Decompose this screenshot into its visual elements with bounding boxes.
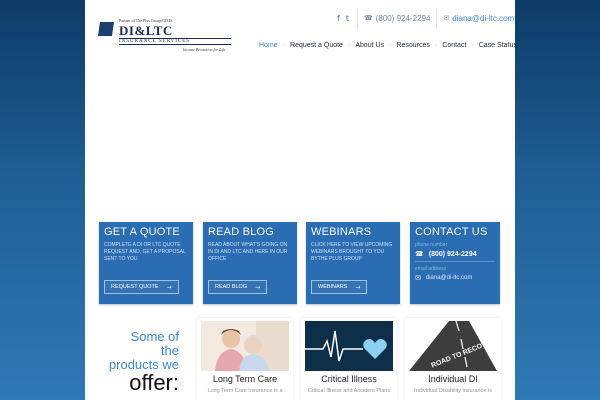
nav-case-status[interactable]: Case Status: [477, 42, 519, 49]
phone-label: phone number: [415, 242, 448, 248]
product-image: ROAD TO RECOVERY: [409, 321, 497, 371]
social-links: f t: [337, 8, 358, 28]
card-title: READ BLOG: [208, 226, 274, 238]
card-title: WEBINARS: [311, 226, 372, 238]
phone-icon: ☎: [363, 14, 373, 22]
site-logo[interactable]: Partner of The Plus Group/GILIS DI&LTC I…: [98, 18, 239, 54]
feature-cards: GET A QUOTE Complete a DI or LTC quote r…: [99, 222, 501, 304]
mail-icon: ✉: [415, 274, 421, 282]
product-title: Individual DI: [428, 374, 478, 384]
product-long-term-care[interactable]: Long Term Care Long Term Care Insurance …: [197, 318, 293, 400]
nav-home[interactable]: Home: [257, 42, 280, 49]
request-quote-button[interactable]: REQUEST QUOTE →: [104, 280, 179, 294]
products-heading: Some of the products we offer:: [99, 330, 179, 394]
contact-email[interactable]: ✉ diana@di-ltc.com: [415, 274, 495, 285]
product-image: [305, 321, 393, 371]
product-image: [201, 321, 289, 371]
card-text: Click here to view upcoming webinars bro…: [311, 242, 393, 262]
phone-icon: ☎: [415, 250, 424, 258]
contact-phone-number: (800) 924-2294: [428, 250, 477, 258]
twitter-icon[interactable]: t: [346, 14, 349, 23]
top-contact-bar: f t ☎ (800) 924-2294 ✉ diana@di-ltc.com: [337, 8, 515, 28]
page-container: f t ☎ (800) 924-2294 ✉ diana@di-ltc.com …: [85, 0, 517, 400]
product-title: Long Term Care: [212, 374, 278, 384]
card-webinars: WEBINARS Click here to view upcoming web…: [306, 222, 400, 304]
top-phone[interactable]: ☎ (800) 924-2294: [358, 8, 438, 28]
button-label: REQUEST QUOTE: [111, 284, 159, 290]
product-desc: Critical Illness and Accident Plans: [307, 388, 391, 394]
top-phone-number: (800) 924-2294: [375, 13, 431, 23]
heading-line: offer:: [129, 370, 179, 395]
read-blog-button[interactable]: READ BLOG →: [208, 280, 268, 294]
card-title: GET A QUOTE: [104, 226, 180, 238]
button-label: WEBINARS: [318, 284, 348, 290]
logo-subtitle: INSURANCE SERVICES: [119, 38, 231, 45]
nav-separator: ·: [434, 42, 438, 49]
email-label: email address: [415, 266, 447, 272]
product-critical-illness[interactable]: Critical Illness Critical Illness and Ac…: [301, 318, 397, 400]
card-read-blog: READ BLOG Read about what's going on in …: [203, 222, 297, 304]
product-individual-di[interactable]: ROAD TO RECOVERY Individual DI Individua…: [405, 318, 501, 400]
top-email[interactable]: ✉ diana@di-ltc.com: [437, 8, 514, 28]
logo-slogan: Income Protection for Life: [183, 47, 226, 52]
heading-line: the: [160, 343, 179, 358]
main-nav: Home · Request a Quote · About Us · Reso…: [257, 42, 519, 49]
logo-name: DI&LTC: [119, 23, 173, 38]
nav-request-quote[interactable]: Request a Quote: [288, 42, 345, 49]
nav-separator: ·: [471, 42, 474, 49]
nav-separator: ·: [389, 42, 392, 49]
nav-about-us[interactable]: About Us: [353, 42, 386, 49]
heading-line: Some of: [130, 329, 179, 344]
arrow-right-icon: →: [166, 283, 172, 291]
card-get-quote: GET A QUOTE Complete a DI or LTC quote r…: [99, 222, 193, 304]
nav-resources[interactable]: Resources: [394, 42, 431, 49]
product-desc: Individual Disability insurance is: [414, 388, 492, 394]
button-label: READ BLOG: [215, 284, 248, 290]
arrow-right-icon: →: [355, 283, 361, 291]
webinars-button[interactable]: WEBINARS →: [311, 280, 368, 294]
product-desc: Long Term Care Insurance is a: [207, 388, 283, 394]
mail-icon: ✉: [443, 14, 450, 22]
logo-mark-icon: [98, 22, 114, 36]
facebook-icon[interactable]: f: [337, 14, 340, 23]
nav-separator: ·: [282, 42, 286, 49]
card-text: Complete a DI or LTC quote request and, …: [104, 242, 186, 262]
contact-email-address: diana@di-ltc.com: [425, 275, 473, 281]
contact-phone[interactable]: ☎ (800) 924-2294: [415, 250, 495, 262]
card-contact-us: CONTACT US phone number ☎ (800) 924-2294…: [410, 222, 500, 304]
top-email-address: diana@di-ltc.com: [452, 13, 515, 23]
arrow-right-icon: →: [255, 283, 261, 291]
card-text: Read about what's going on in DI and LTC…: [208, 242, 288, 262]
nav-contact[interactable]: Contact: [440, 42, 468, 49]
card-title: CONTACT US: [415, 226, 488, 238]
nav-separator: ·: [347, 42, 351, 49]
product-title: Critical Illness: [321, 374, 377, 384]
